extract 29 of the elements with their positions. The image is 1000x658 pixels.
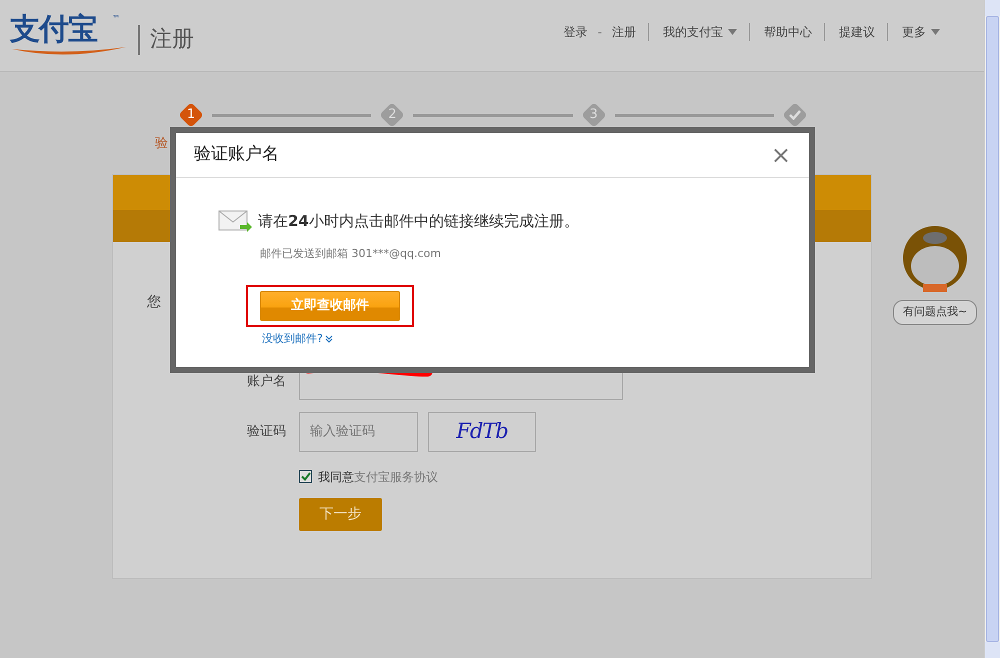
checkbox[interactable] [299, 470, 312, 483]
chevron-down-icon [324, 334, 333, 343]
logo[interactable]: 支付宝 ™ [10, 14, 128, 56]
dialog-message: 请在24小时内点击邮件中的链接继续完成注册。 [258, 210, 579, 232]
nav-link[interactable]: 登录 [556, 22, 596, 40]
envelope-icon [218, 208, 252, 234]
nav-link[interactable]: 提建议 [831, 22, 888, 40]
nav-link[interactable]: 更多 [894, 22, 948, 40]
dialog-title: 验证账户名 [194, 143, 279, 166]
nav-link[interactable]: 注册 [604, 22, 649, 40]
help-link[interactable]: 没收到邮件? [262, 330, 333, 347]
captcha-image: FdTb [428, 412, 536, 452]
help-bubble[interactable]: 有问题点我~ [893, 300, 978, 324]
caret-icon [728, 28, 737, 34]
separator: - [596, 24, 603, 40]
nav-link[interactable]: 帮助中心 [756, 22, 825, 40]
step-label: 验 [155, 135, 169, 153]
scrollbar[interactable] [984, 0, 1000, 658]
caret-icon [931, 28, 940, 34]
captcha-field[interactable]: 输入验证码 [299, 412, 418, 452]
field-label: 账户名 [247, 372, 287, 391]
page-title: 注册 [138, 24, 194, 54]
close-button[interactable]: × [770, 143, 791, 167]
field-label: 验证码 [247, 422, 287, 441]
intro-text: 您 [147, 292, 161, 312]
nav-link[interactable]: 我的支付宝 [655, 22, 750, 40]
check-icon [788, 110, 801, 120]
sent-note: 邮件已发送到邮箱 301***@qq.com [260, 246, 442, 262]
agreement-text: 我同意支付宝服务协议 [318, 468, 438, 486]
